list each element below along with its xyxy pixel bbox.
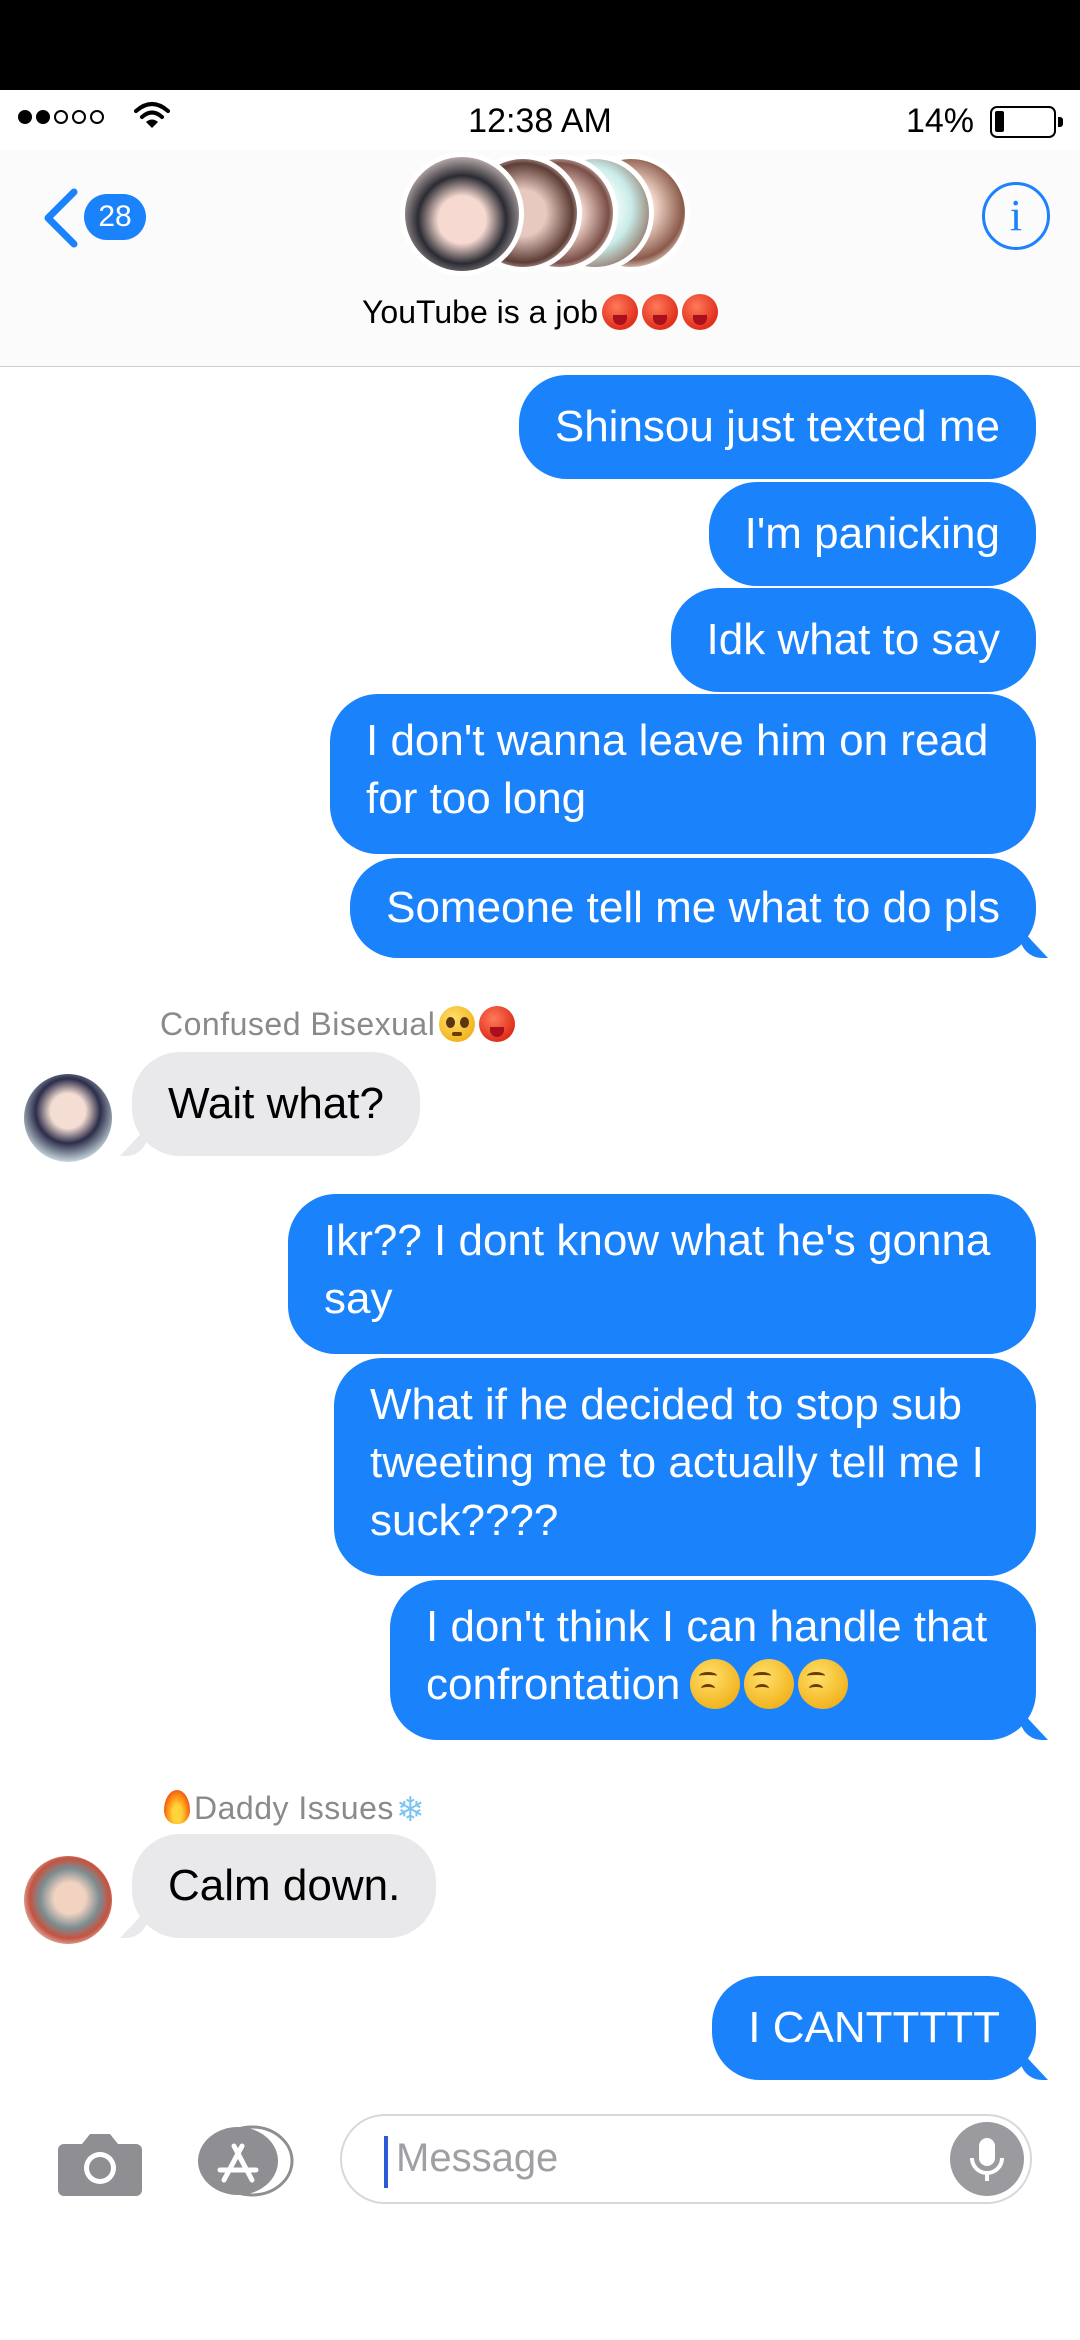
- message-bubble-outgoing[interactable]: I CANTTTTT: [712, 1976, 1036, 2080]
- message-input[interactable]: Message: [340, 2114, 1032, 2204]
- battery-percent: 14%: [905, 102, 974, 140]
- message-bubble-incoming[interactable]: Wait what?: [132, 1052, 421, 1156]
- message-text: Shinsou just texted me: [554, 402, 1000, 451]
- confounded-face-emoji: [690, 1659, 741, 1709]
- message-composer: Message: [0, 2100, 1080, 2218]
- message-line: What if he decided to stop sub: [370, 1380, 962, 1429]
- hot-face-emoji: [682, 294, 719, 330]
- status-bar: 12:38 AM 14%: [0, 90, 1080, 150]
- message-bubble-outgoing[interactable]: I'm panicking: [708, 482, 1036, 586]
- message-text: I'm panicking: [744, 509, 1000, 558]
- group-avatar-main: [400, 152, 524, 276]
- group-avatars[interactable]: [400, 152, 690, 276]
- message-bubble-outgoing[interactable]: Shinsou just texted me: [518, 375, 1036, 479]
- message-bubble-outgoing[interactable]: I don't think I can handle that confront…: [390, 1580, 1036, 1740]
- pleading-face-emoji: [439, 1006, 476, 1042]
- message-text: Idk what to say: [706, 615, 1000, 664]
- message-text: Someone tell me what to do pls: [386, 883, 1000, 932]
- hot-face-emoji: [642, 294, 679, 330]
- text-cursor: [384, 2136, 388, 2188]
- message-line: for too long: [366, 774, 587, 823]
- hot-face-emoji: [479, 1006, 516, 1042]
- message-line: I don't think I can handle that: [426, 1602, 988, 1651]
- back-chevron-icon: [44, 188, 78, 248]
- message-text: I CANTTTTT: [748, 2003, 1000, 2052]
- confounded-face-emoji: [744, 1659, 795, 1709]
- message-text: Wait what?: [168, 1079, 385, 1128]
- worried-face-emoji: [798, 1659, 849, 1709]
- message-line: suck????: [370, 1496, 559, 1545]
- fire-emoji: [164, 1790, 190, 1824]
- battery-icon: [990, 106, 1063, 138]
- back-button[interactable]: 28: [40, 186, 160, 250]
- app-store-icon[interactable]: [194, 2124, 294, 2198]
- message-line: I don't wanna leave him on read: [366, 716, 989, 765]
- top-black-bar: [0, 0, 1080, 90]
- chat-name: YouTube is a job: [361, 294, 599, 330]
- message-bubble-outgoing[interactable]: I don't wanna leave him on read for too …: [330, 694, 1036, 854]
- snowflake-emoji: ❄: [395, 1791, 425, 1829]
- conversation-header: 28 YouTube is a job i: [0, 150, 1080, 367]
- avatar[interactable]: [24, 1074, 112, 1162]
- hot-face-emoji: [602, 294, 639, 330]
- sender-name: Daddy Issues❄: [164, 1790, 425, 1830]
- info-button[interactable]: i: [982, 182, 1050, 250]
- message-text: Calm down.: [168, 1861, 401, 1910]
- message-bubble-outgoing[interactable]: What if he decided to stop sub tweeting …: [334, 1358, 1036, 1576]
- sender-name: Confused Bisexual: [160, 1006, 516, 1043]
- mic-icon: [970, 2138, 1004, 2181]
- message-line: say: [324, 1274, 393, 1323]
- mic-button[interactable]: [950, 2122, 1024, 2196]
- message-placeholder: Message: [396, 2136, 559, 2180]
- message-bubble-outgoing[interactable]: Ikr?? I dont know what he's gonna say: [288, 1194, 1036, 1354]
- message-bubble-outgoing[interactable]: Idk what to say: [670, 588, 1036, 692]
- message-line: Ikr?? I dont know what he's gonna: [324, 1216, 991, 1265]
- camera-icon[interactable]: [58, 2126, 142, 2196]
- chat-title[interactable]: YouTube is a job: [0, 294, 1080, 331]
- message-bubble-incoming[interactable]: Calm down.: [132, 1834, 437, 1938]
- info-icon: i: [1009, 191, 1023, 240]
- unread-count-badge: 28: [84, 194, 146, 240]
- message-line: confrontation: [426, 1660, 681, 1709]
- avatar[interactable]: [24, 1856, 112, 1944]
- message-bubble-outgoing[interactable]: Someone tell me what to do pls: [350, 858, 1036, 958]
- message-line: tweeting me to actually tell me I: [370, 1438, 984, 1487]
